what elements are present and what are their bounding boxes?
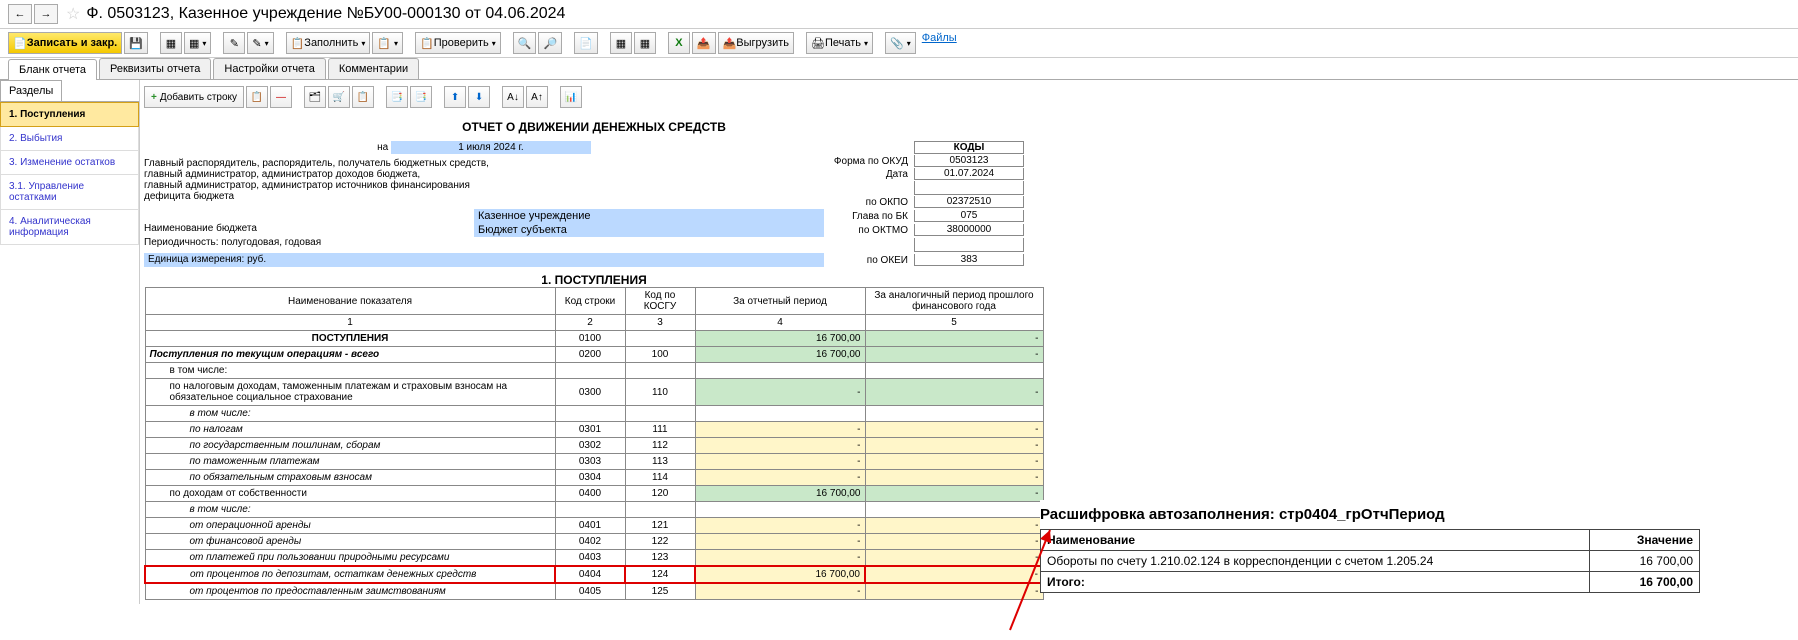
favorite-icon[interactable]: ☆ [66, 4, 80, 24]
table-row[interactable]: по таможенным платежам0303113-- [145, 454, 1043, 470]
oktmo-value: 38000000 [914, 224, 1024, 236]
unit-label: Единица измерения: руб. [144, 253, 824, 267]
fill-extra-button[interactable]: 📋▾ [372, 32, 403, 54]
table-row[interactable]: в том числе: [145, 363, 1043, 379]
report-date: 1 июля 2024 г. [391, 141, 591, 154]
table-row[interactable]: от процентов по предоставленным заимство… [145, 583, 1043, 600]
table-row[interactable]: от процентов по депозитам, остаткам дене… [145, 566, 1043, 583]
tab-blank[interactable]: Бланк отчета [8, 59, 97, 80]
table-row[interactable]: ПОСТУПЛЕНИЯ010016 700,00- [145, 331, 1043, 347]
autofill-popup: Расшифровка автозаполнения: стр0404_грОт… [1040, 500, 1700, 593]
sections-tab[interactable]: Разделы [0, 80, 62, 101]
popup-row-name: Обороты по счету 1.210.02.124 в корреспо… [1041, 551, 1590, 572]
table-row[interactable]: по обязательным страховым взносам0304114… [145, 470, 1043, 486]
excel-button[interactable]: X [668, 32, 690, 54]
main-tabs: Бланк отчета Реквизиты отчета Настройки … [0, 58, 1798, 80]
glava-value: 075 [914, 210, 1024, 222]
list-button[interactable]: 📋 [352, 86, 374, 108]
tool-c-button[interactable]: ▦ [634, 32, 656, 54]
title-bar: ← → ☆ Ф. 0503123, Казенное учреждение №Б… [0, 0, 1798, 29]
delete-row-button[interactable]: — [270, 86, 292, 108]
section-item[interactable]: 4. Аналитическая информация [0, 210, 139, 245]
pick-button[interactable]: 📑 [386, 86, 408, 108]
zoom-out-button[interactable]: 🔎 [538, 32, 562, 54]
main-toolbar: 📄 Записать и закр. 💾 ▦ ▦▾ ✎ ✎▾ 📋 Заполни… [0, 29, 1798, 58]
upload-button[interactable]: 📤 Выгрузить [718, 32, 794, 54]
print-button[interactable]: 🖨 Печать▾ [806, 32, 873, 54]
edit-button[interactable]: ✎ [223, 32, 245, 54]
table-row[interactable]: по государственным пошлинам, сборам03021… [145, 438, 1043, 454]
table-row[interactable]: по налоговым доходам, таможенным платежа… [145, 379, 1043, 406]
table-row[interactable]: по доходам от собственности040012016 700… [145, 486, 1043, 502]
table-row[interactable]: Поступления по текущим операциям - всего… [145, 347, 1043, 363]
nav-forward-button[interactable]: → [34, 4, 58, 24]
filter-button[interactable]: 🗂 [304, 86, 326, 108]
table-row[interactable]: в том числе: [145, 502, 1043, 518]
data-table[interactable]: Наименование показателя Код строки Код п… [144, 287, 1044, 600]
table-row[interactable]: от операционной аренды0401121-- [145, 518, 1043, 534]
okei-value: 383 [914, 254, 1024, 266]
extra-button[interactable]: 📊 [560, 86, 582, 108]
sections-panel: Разделы 1. Поступления2. Выбытия3. Измен… [0, 80, 140, 604]
page-title: Ф. 0503123, Казенное учреждение №БУ00-00… [86, 5, 565, 23]
table-row[interactable]: в том числе: [145, 406, 1043, 422]
tab-settings[interactable]: Настройки отчета [213, 58, 325, 79]
institution-name: Казенное учреждение [474, 209, 824, 223]
move-down-button[interactable]: ⬇ [468, 86, 490, 108]
table-row[interactable]: по налогам0301111-- [145, 422, 1043, 438]
okud-value: 0503123 [914, 155, 1024, 167]
fill-button[interactable]: 📋 Заполнить▾ [286, 32, 371, 54]
section-item[interactable]: 1. Поступления [0, 102, 139, 127]
table-row[interactable]: от платежей при пользовании природными р… [145, 550, 1043, 567]
save-button[interactable]: 💾 [124, 32, 148, 54]
nav-back-button[interactable]: ← [8, 4, 32, 24]
clear-button[interactable]: 📑 [410, 86, 432, 108]
section-item[interactable]: 3. Изменение остатков [0, 151, 139, 175]
save-close-button[interactable]: 📄 Записать и закр. [8, 32, 122, 54]
main-admin-text: Главный распорядитель, распорядитель, по… [144, 158, 824, 202]
export-2-button[interactable]: 📤 [692, 32, 716, 54]
popup-title: Расшифровка автозаполнения: стр0404_грОт… [1040, 506, 1700, 523]
section-item[interactable]: 3.1. Управление остатками [0, 175, 139, 210]
sort-za-button[interactable]: A↑ [526, 86, 548, 108]
sort-az-button[interactable]: A↓ [502, 86, 524, 108]
tool-b-button[interactable]: ▦ [610, 32, 632, 54]
popup-total-value: 16 700,00 [1590, 572, 1700, 593]
copy-row-button[interactable]: 📋 [246, 86, 268, 108]
report-title: ОТЧЕТ О ДВИЖЕНИИ ДЕНЕЖНЫХ СРЕДСТВ [144, 120, 1044, 134]
section-caption: 1. ПОСТУПЛЕНИЯ [144, 273, 1044, 287]
section-item[interactable]: 2. Выбытия [0, 127, 139, 151]
table-row[interactable]: от финансовой аренды0402122-- [145, 534, 1043, 550]
attach-button[interactable]: 📎▾ [885, 32, 916, 54]
tab-comments[interactable]: Комментарии [328, 58, 419, 79]
popup-row-value: 16 700,00 [1590, 551, 1700, 572]
report-document: ОТЧЕТ О ДВИЖЕНИИ ДЕНЕЖНЫХ СРЕДСТВ на 1 и… [144, 120, 1044, 600]
okpo-value: 02372510 [914, 196, 1024, 208]
zoom-in-button[interactable]: 🔍 [513, 32, 537, 54]
move-up-button[interactable]: ⬆ [444, 86, 466, 108]
files-link[interactable]: Файлы [922, 32, 957, 54]
budget-name: Бюджет субъекта [474, 223, 824, 237]
add-row-button[interactable]: +Добавить строку [144, 86, 244, 108]
tool-a-button[interactable]: 📄 [574, 32, 598, 54]
grid-dd-button[interactable]: ▦▾ [184, 32, 211, 54]
date-value: 01.07.2024 [914, 168, 1024, 180]
kody-header: КОДЫ [914, 141, 1024, 154]
edit-dd-button[interactable]: ✎▾ [247, 32, 273, 54]
grid-button[interactable]: ▦ [160, 32, 182, 54]
tab-requisites[interactable]: Реквизиты отчета [99, 58, 211, 79]
cart-button[interactable]: 🛒 [328, 86, 350, 108]
check-button[interactable]: 📋 Проверить▾ [415, 32, 501, 54]
report-toolbar: +Добавить строку 📋 — 🗂 🛒 📋 📑 📑 ⬆ ⬇ A↓ A↑ [144, 84, 1794, 114]
